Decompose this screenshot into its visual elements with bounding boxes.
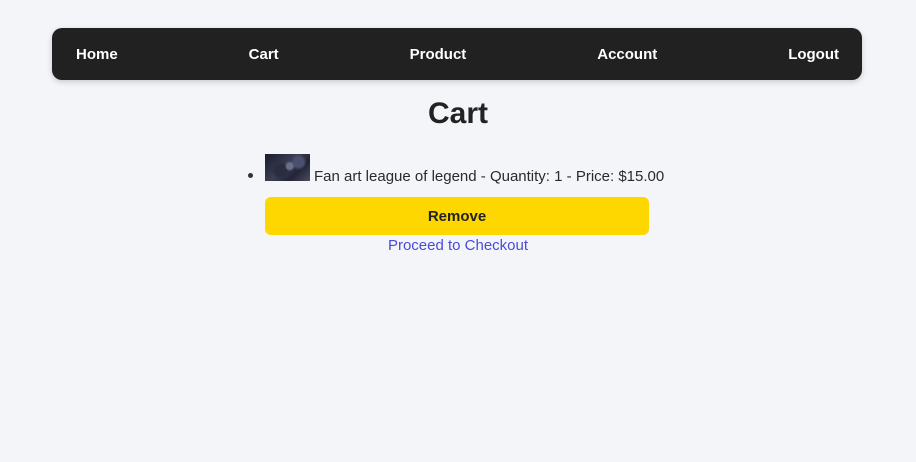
- cart-item: Fan art league of legend - Quantity: 1 -…: [248, 154, 665, 235]
- nav-home-link[interactable]: Home: [76, 46, 118, 63]
- top-navbar: Home Cart Product Account Logout: [52, 28, 862, 80]
- product-thumbnail: [265, 154, 310, 181]
- nav-logout-link[interactable]: Logout: [788, 46, 839, 63]
- nav-product-link[interactable]: Product: [410, 46, 467, 63]
- proceed-to-checkout-link[interactable]: Proceed to Checkout: [0, 237, 916, 254]
- remove-button[interactable]: Remove: [265, 197, 649, 235]
- nav-account-link[interactable]: Account: [597, 46, 657, 63]
- list-bullet: [248, 173, 253, 178]
- nav-cart-link[interactable]: Cart: [249, 46, 279, 63]
- cart-item-description: Fan art league of legend - Quantity: 1 -…: [314, 168, 665, 185]
- cart-list: Fan art league of legend - Quantity: 1 -…: [248, 154, 665, 235]
- page-title: Cart: [427, 97, 488, 130]
- cart-item-row: Fan art league of legend - Quantity: 1 -…: [265, 154, 665, 184]
